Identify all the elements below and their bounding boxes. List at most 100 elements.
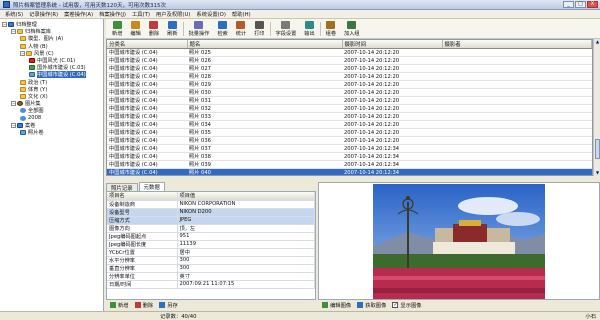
- show-image-button[interactable]: ✓ 显示图像: [392, 301, 422, 309]
- property-row[interactable]: 压缩方式 JPEG: [107, 216, 315, 225]
- property-row[interactable]: 垂直分辨率 300: [107, 264, 315, 273]
- scroll-down-arrow-icon[interactable]: ▼: [594, 170, 600, 176]
- close-button[interactable]: X: [587, 1, 598, 8]
- tree-node[interactable]: 中国城市建设 (C.04): [29, 71, 86, 79]
- expand-toggle-icon[interactable]: −: [2, 22, 7, 27]
- property-value[interactable]: 2007:09:21 11:07:15: [177, 280, 315, 289]
- table-row[interactable]: 中国城市建设 (C.04) 照片 034 2007-10-14 20:12:20: [107, 120, 592, 129]
- expand-toggle-icon[interactable]: −: [11, 29, 16, 35]
- batch-button[interactable]: 批量操作: [185, 20, 214, 38]
- join-button[interactable]: 加入组: [340, 20, 364, 38]
- tab-photo-record[interactable]: 照片记录: [106, 183, 138, 192]
- property-row[interactable]: YCbCr位置 居中: [107, 248, 315, 257]
- table-row[interactable]: 中国城市建设 (C.04) 照片 032 2007-10-14 20:12:20: [107, 104, 592, 113]
- menu-item[interactable]: 档案操作(J): [96, 10, 129, 18]
- table-row[interactable]: 中国城市建设 (C.04) 照片 037 2007-10-14 20:12:34: [107, 144, 592, 153]
- table-row[interactable]: 中国城市建设 (C.04) 照片 031 2007-10-14 20:12:20: [107, 96, 592, 105]
- stats-button[interactable]: 统计: [232, 20, 250, 38]
- menu-item[interactable]: 系统设置(O): [193, 10, 229, 18]
- expand-toggle-icon[interactable]: −: [20, 50, 25, 56]
- category-tree[interactable]: − 归档整理 − 归档档案库 模型、图片 (A) 人物 (B) − 风景 (C) 中国风光 (C…: [0, 19, 104, 311]
- property-row[interactable]: 水平分辨率 300: [107, 256, 315, 265]
- tree-node[interactable]: 2008: [20, 115, 41, 122]
- property-row[interactable]: Jpeg编码图长度 11139: [107, 240, 315, 249]
- tree-node[interactable]: − 案卷: [11, 122, 35, 129]
- table-row[interactable]: 中国城市建设 (C.04) 照片 029 2007-10-14 20:12:20: [107, 80, 592, 89]
- grid-scrollbar[interactable]: ▲ ▼: [593, 39, 600, 176]
- table-row[interactable]: 中国城市建设 (C.04) 照片 038 2007-10-14 20:12:34: [107, 152, 592, 161]
- refresh-button[interactable]: 刷新: [163, 20, 181, 38]
- property-row[interactable]: 设备型号 NIKON D200: [107, 208, 315, 217]
- print-button[interactable]: 打印: [250, 20, 268, 38]
- column-header[interactable]: 题名: [187, 40, 343, 49]
- delete-metadata-button[interactable]: 删除: [134, 301, 153, 309]
- save-metadata-button[interactable]: 另存: [159, 301, 178, 309]
- tree-node[interactable]: 文化 (X): [20, 93, 48, 100]
- tree-node[interactable]: 国外城市建设 (C.03): [29, 64, 86, 71]
- table-row[interactable]: 中国城市建设 (C.04) 照片 030 2007-10-14 20:12:20: [107, 88, 592, 97]
- edit-image-button[interactable]: 编辑图像: [322, 301, 351, 309]
- table-row[interactable]: 中国城市建设 (C.04) 照片 040 2007-10-14 20:12:34: [107, 168, 592, 175]
- tree-node[interactable]: 全部图: [20, 107, 44, 114]
- expand-toggle-icon[interactable]: −: [11, 122, 16, 128]
- add-metadata-button[interactable]: 新增: [110, 301, 129, 309]
- tree-node[interactable]: − 归档档案库: [11, 28, 51, 35]
- menu-item[interactable]: 案卷操作(A): [61, 10, 96, 18]
- tree-node[interactable]: − 风景 (C): [20, 50, 54, 57]
- tree-node[interactable]: 体育 (Y): [20, 86, 47, 93]
- delete-button[interactable]: 删除: [145, 20, 163, 38]
- acquire-image-button[interactable]: 获取图像: [357, 301, 386, 309]
- menu-item[interactable]: 帮助(H): [229, 10, 254, 18]
- search-button[interactable]: 检索: [213, 20, 231, 38]
- tree-node[interactable]: 中国风光 (C.01): [29, 57, 75, 64]
- property-value[interactable]: NIKON D200: [177, 208, 315, 217]
- property-value[interactable]: 顶，左: [177, 224, 315, 233]
- tree-node[interactable]: 政治 (T): [20, 79, 47, 86]
- tree-node[interactable]: 人物 (B): [20, 43, 48, 50]
- property-value[interactable]: 951: [177, 232, 315, 241]
- metadata-table[interactable]: 项目名 项目值 设备制造商 NIKON CORPORATION 设备型号 NIKON D2…: [106, 191, 316, 300]
- export-button[interactable]: 输出: [300, 20, 318, 38]
- maximize-button[interactable]: □: [575, 1, 586, 8]
- menu-item[interactable]: 记录操作(R): [26, 10, 61, 18]
- property-row[interactable]: 图像方向 顶，左: [107, 224, 315, 233]
- tree-node[interactable]: 照片卷: [20, 129, 44, 136]
- property-row[interactable]: 设备制造商 NIKON CORPORATION: [107, 200, 315, 209]
- records-grid[interactable]: 分类名 题名 摄影时间 摄影者 中国城市建设 (C.04) 照片 025 2007-10-…: [106, 39, 593, 176]
- table-row[interactable]: 中国城市建设 (C.04) 照片 028 2007-10-14 20:12:20: [107, 72, 592, 81]
- scroll-up-arrow-icon[interactable]: ▲: [594, 39, 600, 45]
- tree-node[interactable]: − 图片集: [11, 100, 41, 107]
- edit-button[interactable]: 编辑: [126, 20, 144, 38]
- tree-node[interactable]: − 归档整理: [2, 21, 37, 28]
- property-value[interactable]: 英寸: [177, 272, 315, 281]
- add-button[interactable]: 新增: [108, 20, 126, 38]
- expand-toggle-icon[interactable]: −: [11, 101, 16, 107]
- tab-metadata[interactable]: 元数据: [138, 182, 165, 191]
- table-row[interactable]: 中国城市建设 (C.04) 照片 036 2007-10-14 20:12:20: [107, 136, 592, 145]
- show-image-checkbox[interactable]: ✓: [392, 302, 399, 308]
- property-row[interactable]: 日期/时间 2007:09:21 11:07:15: [107, 280, 315, 289]
- column-header[interactable]: 摄影时间: [342, 40, 443, 49]
- table-row[interactable]: 中国城市建设 (C.04) 照片 035 2007-10-14 20:12:20: [107, 128, 592, 137]
- property-row[interactable]: Jpeg编码图起点 951: [107, 232, 315, 241]
- property-value[interactable]: 11139: [177, 240, 315, 249]
- menu-item[interactable]: 工具(T): [129, 10, 153, 18]
- property-value[interactable]: NIKON CORPORATION: [177, 200, 315, 209]
- property-value[interactable]: 居中: [177, 248, 315, 257]
- table-row[interactable]: 中国城市建设 (C.04) 照片 027 2007-10-14 20:12:20: [107, 64, 592, 73]
- scrollbar-thumb[interactable]: [595, 139, 600, 159]
- property-value[interactable]: 300: [177, 256, 315, 265]
- table-row[interactable]: 中国城市建设 (C.04) 照片 033 2007-10-14 20:12:20: [107, 112, 592, 121]
- column-header[interactable]: 摄影者: [442, 40, 592, 49]
- minimize-button[interactable]: _: [563, 1, 574, 8]
- column-header[interactable]: 分类名: [107, 40, 188, 49]
- property-row[interactable]: 分辨率单位 英寸: [107, 272, 315, 281]
- table-row[interactable]: 中国城市建设 (C.04) 照片 039 2007-10-14 20:12:34: [107, 160, 592, 169]
- menu-item[interactable]: 用户及权限(U): [153, 10, 194, 18]
- group-button[interactable]: 组卷: [322, 20, 340, 38]
- table-row[interactable]: 中国城市建设 (C.04) 照片 025 2007-10-14 20:12:20: [107, 48, 592, 57]
- property-value[interactable]: 300: [177, 264, 315, 273]
- table-row[interactable]: 中国城市建设 (C.04) 照片 026 2007-10-14 20:12:20: [107, 56, 592, 65]
- fields-button[interactable]: 字段设置: [272, 20, 301, 38]
- tree-node[interactable]: 模型、图片 (A): [20, 35, 63, 42]
